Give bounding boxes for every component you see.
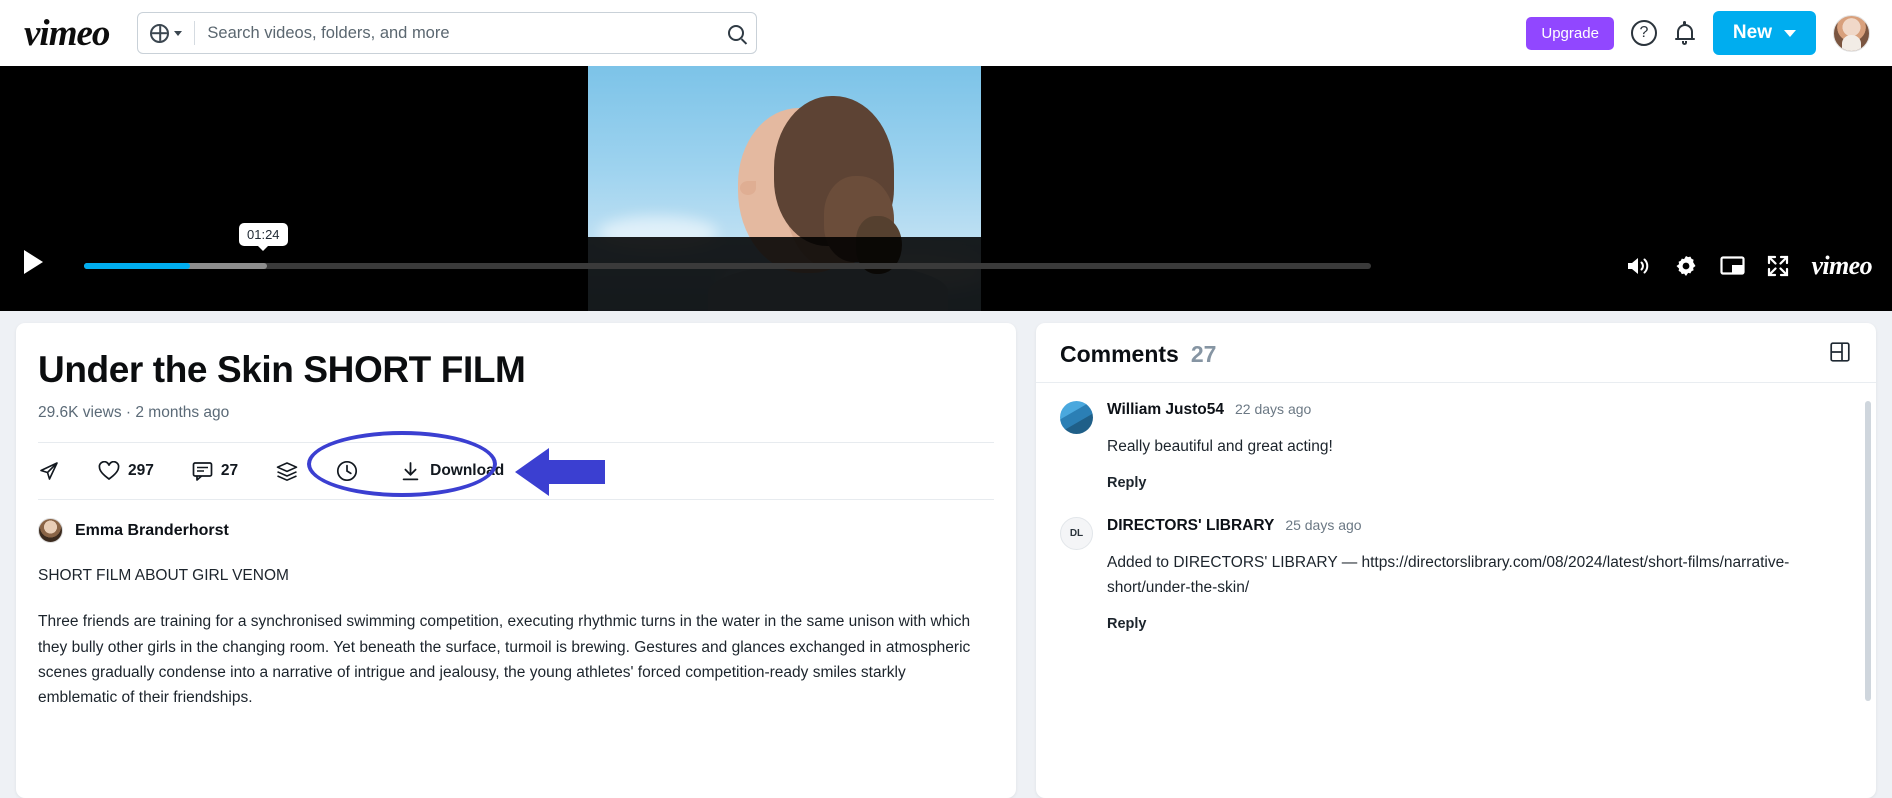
notifications-bell-icon[interactable] bbox=[1674, 21, 1696, 45]
page-title: Under the Skin SHORT FILM bbox=[38, 349, 526, 390]
search-submit-button[interactable] bbox=[728, 25, 746, 41]
collections-icon bbox=[276, 462, 298, 481]
comment-button[interactable]: 27 bbox=[192, 461, 239, 482]
author-name[interactable]: Emma Branderhorst bbox=[75, 522, 229, 540]
globe-icon bbox=[150, 23, 170, 43]
vimeo-logo[interactable]: vimeo bbox=[24, 12, 110, 55]
video-player[interactable]: 01:24 vimeo bbox=[0, 66, 1892, 311]
comments-scrollbar[interactable] bbox=[1865, 401, 1871, 701]
list-item: William Justo54 22 days ago Really beaut… bbox=[1060, 401, 1854, 491]
download-label: Download bbox=[430, 462, 505, 480]
divider bbox=[194, 21, 196, 45]
volume-icon[interactable] bbox=[1626, 255, 1652, 277]
comment-time: 25 days ago bbox=[1285, 517, 1362, 534]
meta-separator: · bbox=[125, 404, 132, 422]
reply-button[interactable]: Reply bbox=[1107, 475, 1854, 491]
new-button[interactable]: New bbox=[1712, 11, 1816, 55]
layout-panel-icon[interactable] bbox=[1830, 342, 1850, 367]
watch-later-button[interactable] bbox=[336, 460, 358, 482]
video-action-bar: 297 27 Download bbox=[38, 431, 994, 502]
description-body: Three friends are training for a synchro… bbox=[38, 613, 971, 706]
comment-icon bbox=[192, 462, 213, 482]
comments-header: Comments 27 bbox=[1036, 323, 1876, 383]
seek-time-tooltip: 01:24 bbox=[239, 223, 288, 246]
download-icon bbox=[402, 462, 419, 481]
comments-count: 27 bbox=[1190, 341, 1217, 367]
upgrade-button[interactable]: Upgrade bbox=[1526, 16, 1614, 50]
subject-nose bbox=[740, 181, 756, 195]
search-bar bbox=[137, 12, 758, 54]
comment-text: Really beautiful and great acting! bbox=[1107, 438, 1333, 455]
gear-icon[interactable] bbox=[1674, 254, 1698, 278]
comment-author[interactable]: William Justo54 bbox=[1107, 401, 1224, 419]
reply-button[interactable]: Reply bbox=[1107, 616, 1854, 632]
comments-list: William Justo54 22 days ago Really beaut… bbox=[1036, 383, 1876, 783]
progress-row: 01:24 bbox=[0, 223, 1892, 271]
search-icon bbox=[728, 25, 745, 41]
annotation-arrow bbox=[513, 447, 605, 502]
author-row[interactable]: Emma Branderhorst bbox=[38, 518, 994, 544]
description-heading: SHORT FILM ABOUT GIRL VENOM bbox=[38, 567, 289, 585]
like-count: 297 bbox=[128, 462, 154, 480]
list-item: DL DIRECTORS' LIBRARY 25 days ago Added … bbox=[1060, 517, 1854, 632]
comments-title: Comments bbox=[1060, 341, 1179, 367]
picture-in-picture-icon[interactable] bbox=[1720, 255, 1746, 277]
share-button[interactable] bbox=[38, 460, 60, 482]
download-button[interactable]: Download bbox=[400, 461, 504, 482]
chevron-down-icon bbox=[174, 30, 183, 36]
comment-time: 22 days ago bbox=[1235, 401, 1312, 417]
played-range bbox=[84, 263, 190, 269]
video-details-card: Under the Skin SHORT FILM 29.6K views · … bbox=[16, 323, 1016, 798]
content-area: Under the Skin SHORT FILM 29.6K views · … bbox=[0, 311, 1892, 798]
seek-bar[interactable]: 01:24 bbox=[84, 223, 1371, 269]
user-avatar[interactable] bbox=[1833, 14, 1870, 52]
header-actions: Upgrade ? New bbox=[1526, 11, 1870, 55]
search-input[interactable] bbox=[207, 23, 729, 43]
comment-text: Added to DIRECTORS' LIBRARY — https://di… bbox=[1107, 554, 1790, 597]
like-button[interactable]: 297 bbox=[98, 461, 154, 481]
share-icon bbox=[40, 462, 58, 481]
help-icon[interactable]: ? bbox=[1630, 20, 1657, 46]
view-count: 29.6K views bbox=[38, 404, 122, 422]
clock-icon bbox=[337, 461, 358, 482]
upload-age: 2 months ago bbox=[135, 404, 230, 422]
avatar[interactable] bbox=[1060, 401, 1093, 434]
new-button-label: New bbox=[1732, 22, 1772, 43]
collections-button[interactable] bbox=[276, 461, 298, 482]
player-right-controls: vimeo bbox=[1626, 251, 1873, 281]
avatar[interactable]: DL bbox=[1060, 517, 1093, 551]
video-meta: 29.6K views · 2 months ago bbox=[38, 404, 994, 422]
search-scope-selector[interactable] bbox=[150, 23, 183, 43]
comment-count: 27 bbox=[220, 462, 239, 480]
player-control-bar: 01:24 vimeo bbox=[0, 223, 1892, 311]
heart-icon bbox=[98, 461, 120, 481]
comment-author[interactable]: DIRECTORS' LIBRARY bbox=[1107, 517, 1274, 535]
chevron-down-icon bbox=[1784, 29, 1796, 37]
author-avatar bbox=[38, 518, 63, 544]
fullscreen-icon[interactable] bbox=[1767, 255, 1789, 277]
top-navigation-bar: vimeo Upgrade ? New bbox=[0, 0, 1892, 66]
vimeo-player-watermark[interactable]: vimeo bbox=[1811, 251, 1872, 281]
comments-panel: Comments 27 William Justo54 22 days ago bbox=[1036, 323, 1876, 798]
